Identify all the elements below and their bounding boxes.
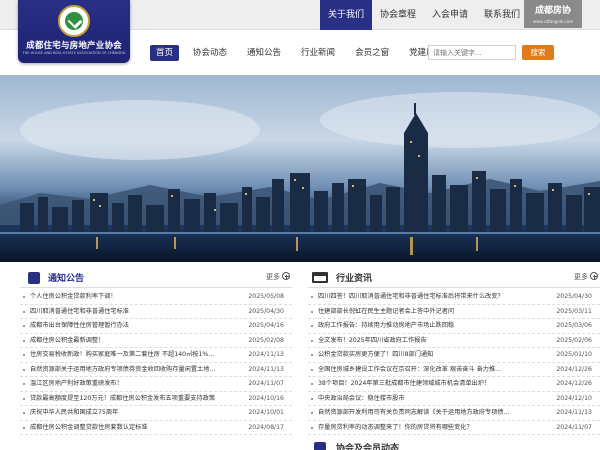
list-item[interactable]: 四川取消普通住宅和非普通住宅标准 2025/04/30	[20, 305, 292, 319]
book-icon	[312, 272, 328, 283]
news-panel-title: 行业资讯	[336, 274, 373, 284]
logo-name-en: THE HOUSE AND REAL ESTATE ASSOCIATION OF…	[22, 51, 126, 55]
list-item[interactable]: 贷款最高额度提至120万元！成都住房公积金发布五项重要支持政策 2024/10/1…	[20, 392, 292, 406]
nav-industry-news[interactable]: 行业新闻	[295, 45, 341, 61]
list-item[interactable]: 自然资源部开发利用司有关负责同志解读《关于运用地方政府专项债... 2024/11…	[308, 406, 600, 421]
members-panel-title: 协会及会员动态	[336, 444, 400, 450]
main-nav: 首页 协会动态 通知公告 行业新闻 会员之窗 党建风采	[150, 44, 457, 62]
topnav-charter[interactable]: 协会章程	[372, 0, 424, 30]
list-item[interactable]: 自然资源部关于运用地方政府专项债券资金收回收购存量闲置土地... 2024/11/…	[20, 363, 292, 377]
list-item[interactable]: 成都市出台保障性住房管理暂行办法 2025/04/16	[20, 319, 292, 334]
topnav-join[interactable]: 入会申请	[424, 0, 476, 30]
list-item[interactable]: 政府工作报告：持续用力推动房地产市场止跌回稳 2025/03/06	[308, 319, 600, 334]
notice-more-link[interactable]: 更多	[266, 272, 290, 282]
brand-badge[interactable]: 成都房协 www.cdfangxie.com	[524, 0, 582, 28]
nav-home[interactable]: 首页	[150, 45, 180, 61]
members-panel-header: 协会及会员动态	[308, 438, 600, 450]
search-input[interactable]	[428, 45, 516, 60]
list-item[interactable]: 存量房贷利率的动态调整来了！你的房贷将有哪些变化？ 2024/11/07	[308, 421, 600, 435]
news-panel-header: 行业资讯 更多	[308, 268, 600, 288]
page: 关于我们 协会章程 入会申请 联系我们 成都房协 www.cdfangxie.c…	[0, 0, 600, 450]
brand-badge-title: 成都房协	[534, 6, 571, 16]
association-emblem-icon	[58, 5, 90, 37]
nav-association-news[interactable]: 协会动态	[187, 45, 233, 61]
site-logo[interactable]: 成都住宅与房地产业协会 THE HOUSE AND REAL ESTATE AS…	[18, 0, 130, 63]
top-nav: 关于我们 协会章程 入会申请 联系我们	[320, 0, 528, 30]
list-item[interactable]: 公积金贷款买房更方便了！四川8部门通知 2025/01/10	[308, 348, 600, 363]
list-item[interactable]: 四川四答！四川取消普通住宅和非普通住宅标准后将带来什么改变？ 2025/04/30	[308, 290, 600, 305]
city-skyline-illustration	[0, 92, 600, 262]
logo-name-cn: 成都住宅与房地产业协会	[26, 41, 122, 51]
list-item[interactable]: 成都住房公积金调整贷款住房套数认定标准 2024/08/17	[20, 421, 292, 435]
nav-members[interactable]: 会员之窗	[349, 45, 395, 61]
list-item[interactable]: 中央政治局会议：稳住楼市股市 2024/12/10	[308, 392, 600, 406]
list-item[interactable]: 庆祝中华人民共和国成立75周年 2024/10/01	[20, 406, 292, 421]
banner-image	[0, 75, 600, 262]
notice-panel-title: 通知公告	[48, 274, 85, 284]
list-item[interactable]: 住建部部长倪虹在民生主题记者会上答中外记者问 2025/03/11	[308, 305, 600, 319]
notice-icon	[28, 272, 40, 284]
list-item[interactable]: 38个项目！2024年第三批成都市住建领域城市机会清单出炉！ 2024/12/26	[308, 377, 600, 392]
news-list: 四川四答！四川取消普通住宅和非普通住宅标准后将带来什么改变？ 2025/04/30…	[308, 290, 600, 435]
list-item[interactable]: 住房交易税收新政！购买家庭唯一及第二套住房 不超140㎡按1%... 2024/1…	[20, 348, 292, 363]
list-item[interactable]: 成都住房公积金最新调整！ 2025/02/08	[20, 334, 292, 348]
topnav-about[interactable]: 关于我们	[320, 0, 373, 30]
notice-panel-header: 通知公告 更多	[20, 268, 292, 288]
members-icon	[314, 442, 326, 450]
list-item[interactable]: 温江区房地产利好政策重磅发布！ 2024/11/07	[20, 377, 292, 392]
news-more-link[interactable]: 更多	[574, 272, 598, 282]
plus-icon	[590, 272, 598, 280]
topnav-contact[interactable]: 联系我们	[476, 0, 528, 30]
list-item[interactable]: 个人住房公积金贷款利率下调！ 2025/05/08	[20, 290, 292, 305]
brand-badge-url: www.cdfangxie.com	[532, 19, 574, 24]
list-item[interactable]: 全国住房城乡建设工作会议在京召开：深化改革 艰苦奋斗 奋力推... 2024/12…	[308, 363, 600, 377]
nav-notices[interactable]: 通知公告	[241, 45, 287, 61]
plus-icon	[282, 272, 290, 280]
list-item[interactable]: 全文发布！2025年四川省政府工作报告 2025/02/06	[308, 334, 600, 348]
notice-list: 个人住房公积金贷款利率下调！ 2025/05/08 四川取消普通住宅和非普通住宅标…	[20, 290, 292, 435]
search-button[interactable]: 搜索	[522, 45, 554, 60]
